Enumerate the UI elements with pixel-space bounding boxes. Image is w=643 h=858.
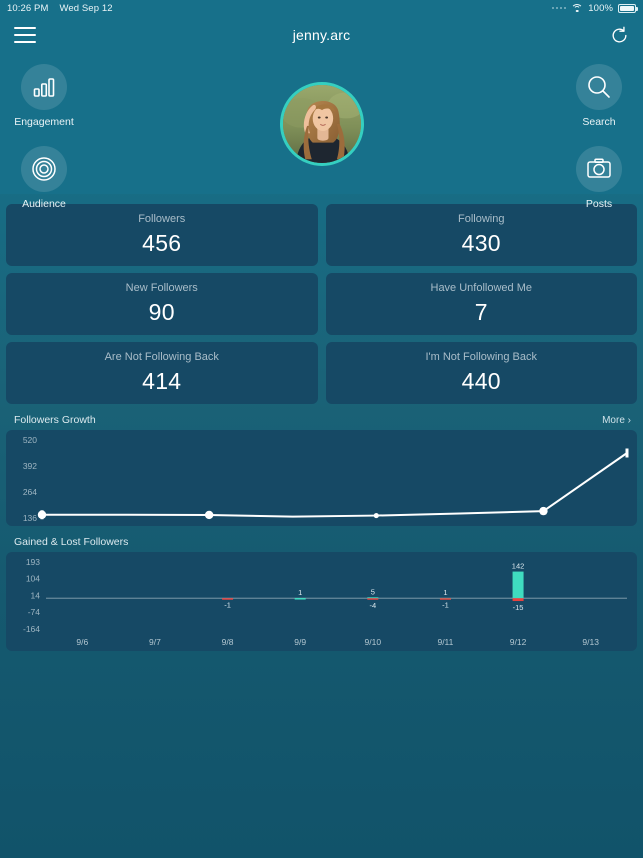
svg-text:-1: -1 bbox=[442, 600, 449, 609]
followers-growth-header: Followers Growth More › bbox=[6, 414, 637, 430]
avatar[interactable] bbox=[279, 82, 364, 166]
quick-action-label: Posts bbox=[585, 198, 613, 210]
svg-text:9/13: 9/13 bbox=[582, 637, 599, 647]
followers-growth-chart[interactable]: 520 392 264 136 bbox=[6, 430, 637, 526]
quick-action-engagement[interactable]: Engagement bbox=[0, 64, 88, 128]
svg-text:9/12: 9/12 bbox=[510, 637, 527, 647]
svg-text:9/6: 9/6 bbox=[76, 637, 88, 647]
status-bar: 10:26 PM Wed Sep 12 100% bbox=[0, 0, 643, 16]
battery-icon bbox=[618, 3, 638, 13]
svg-text:193: 193 bbox=[26, 557, 40, 567]
followers-growth-more-link[interactable]: More › bbox=[602, 415, 631, 426]
stat-card-new-followers[interactable]: New Followers 90 bbox=[6, 273, 318, 335]
concentric-circles-icon bbox=[21, 146, 67, 192]
nav-bar: jenny.arc bbox=[0, 16, 643, 54]
status-indicators: 100% bbox=[551, 2, 638, 14]
stat-value: 440 bbox=[461, 368, 501, 394]
battery-percent: 100% bbox=[588, 2, 613, 14]
stat-card-following[interactable]: Following 430 bbox=[325, 204, 637, 266]
status-date: Wed Sep 12 bbox=[59, 2, 113, 14]
svg-text:9/11: 9/11 bbox=[437, 637, 453, 647]
svg-text:520: 520 bbox=[23, 435, 37, 445]
svg-text:1: 1 bbox=[443, 588, 447, 597]
svg-text:-15: -15 bbox=[513, 603, 524, 612]
stat-label: Have Unfollowed Me bbox=[430, 282, 533, 294]
bar-chart-icon bbox=[21, 64, 67, 110]
svg-text:9/10: 9/10 bbox=[365, 637, 382, 647]
svg-text:-164: -164 bbox=[23, 624, 40, 634]
svg-text:14: 14 bbox=[31, 591, 41, 601]
gained-lost-header: Gained & Lost Followers bbox=[6, 536, 637, 552]
followers-growth-panel: Followers Growth More › 520 392 264 136 bbox=[6, 414, 637, 526]
stat-label: New Followers bbox=[125, 282, 198, 294]
search-icon bbox=[576, 64, 622, 110]
signal-dots-icon bbox=[551, 6, 567, 10]
stat-card-are-not-following-back[interactable]: Are Not Following Back 414 bbox=[6, 342, 318, 404]
profile-avatar bbox=[282, 85, 361, 163]
stat-label: Are Not Following Back bbox=[104, 351, 219, 363]
gained-lost-chart[interactable]: 193 104 14 -74 -164 9/6 9/7 -1 9/8 1 9/9 5 -4 9/10 1 -1… bbox=[6, 552, 637, 651]
svg-text:-1: -1 bbox=[224, 600, 231, 609]
gained-lost-title: Gained & Lost Followers bbox=[14, 536, 129, 548]
stat-label: Following bbox=[458, 213, 505, 225]
svg-text:142: 142 bbox=[512, 562, 525, 571]
svg-text:392: 392 bbox=[23, 461, 37, 471]
quick-action-audience[interactable]: Audience bbox=[0, 146, 88, 210]
svg-text:104: 104 bbox=[26, 574, 40, 584]
stat-value: 90 bbox=[148, 299, 175, 325]
line-chart-svg: 520 392 264 136 bbox=[23, 435, 629, 523]
svg-text:9/9: 9/9 bbox=[294, 637, 306, 647]
stat-value: 414 bbox=[142, 368, 182, 394]
stat-card-have-unfollowed-me[interactable]: Have Unfollowed Me 7 bbox=[325, 273, 637, 335]
quick-action-label: Audience bbox=[22, 198, 66, 210]
svg-text:9/8: 9/8 bbox=[222, 637, 234, 647]
svg-text:-74: -74 bbox=[28, 607, 41, 617]
wifi-icon bbox=[571, 3, 584, 13]
svg-text:136: 136 bbox=[23, 513, 37, 523]
svg-text:9/7: 9/7 bbox=[149, 637, 161, 647]
status-time: 10:26 PM bbox=[7, 2, 49, 14]
stats-grid: Followers 456 Following 430 New Follower… bbox=[0, 204, 643, 404]
stat-label: I'm Not Following Back bbox=[425, 351, 538, 363]
refresh-icon[interactable] bbox=[610, 26, 629, 45]
svg-text:264: 264 bbox=[23, 487, 37, 497]
camera-icon bbox=[576, 146, 622, 192]
stat-value: 430 bbox=[461, 230, 501, 256]
gained-lost-panel: Gained & Lost Followers 193 104 14 -74 -164 9… bbox=[6, 536, 637, 651]
quick-action-label: Engagement bbox=[14, 116, 74, 128]
stat-value: 7 bbox=[474, 299, 488, 325]
svg-text:1: 1 bbox=[298, 588, 302, 597]
stat-value: 456 bbox=[142, 230, 182, 256]
svg-text:-4: -4 bbox=[369, 601, 376, 610]
hero-section: Engagement Audience Search Posts bbox=[0, 54, 643, 210]
quick-action-label: Search bbox=[582, 116, 616, 128]
followers-growth-title: Followers Growth bbox=[14, 414, 96, 426]
svg-text:5: 5 bbox=[371, 587, 375, 596]
stat-label: Followers bbox=[138, 213, 186, 225]
stat-card-followers[interactable]: Followers 456 bbox=[6, 204, 318, 266]
quick-action-posts[interactable]: Posts bbox=[555, 146, 643, 210]
page-title: jenny.arc bbox=[292, 27, 351, 43]
hamburger-menu-icon[interactable] bbox=[14, 27, 36, 43]
bar-chart-svg: 193 104 14 -74 -164 9/6 9/7 -1 9/8 1 9/9 5 -4 9/10 1 -1… bbox=[23, 557, 627, 647]
stat-card-im-not-following-back[interactable]: I'm Not Following Back 440 bbox=[325, 342, 637, 404]
quick-action-search[interactable]: Search bbox=[555, 64, 643, 128]
